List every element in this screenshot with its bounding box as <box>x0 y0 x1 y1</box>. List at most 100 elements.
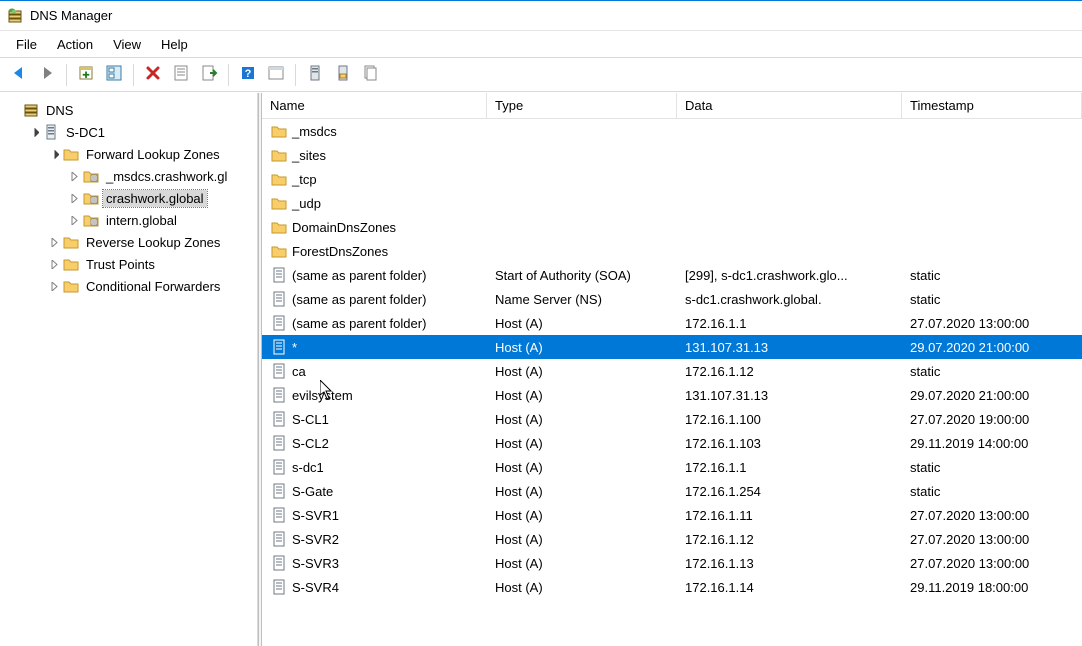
toolbar-separator <box>228 64 229 86</box>
cell-name: S-Gate <box>292 484 333 499</box>
column-header-timestamp[interactable]: Timestamp <box>902 93 1082 118</box>
chevron-right-icon[interactable] <box>66 168 82 184</box>
list-row[interactable]: _udp <box>262 191 1082 215</box>
tree-item[interactable]: _msdcs.crashwork.gl <box>0 165 257 187</box>
chevron-right-icon[interactable] <box>46 256 62 272</box>
tree-item[interactable]: Conditional Forwarders <box>0 275 257 297</box>
cell-timestamp: 29.11.2019 18:00:00 <box>902 580 1082 595</box>
list-row[interactable]: * Host (A) 131.107.31.13 29.07.2020 21:0… <box>262 335 1082 359</box>
column-header-data[interactable]: Data <box>677 93 902 118</box>
cell-type: Host (A) <box>487 460 677 475</box>
record-icon <box>270 435 288 451</box>
cell-type: Start of Authority (SOA) <box>487 268 677 283</box>
cell-timestamp: 29.07.2020 21:00:00 <box>902 388 1082 403</box>
cell-data: 172.16.1.11 <box>677 508 902 523</box>
menu-item-action[interactable]: Action <box>47 34 103 55</box>
toolbar-delete-button[interactable] <box>140 62 166 88</box>
chevron-down-icon[interactable] <box>46 146 62 162</box>
cell-timestamp: 27.07.2020 13:00:00 <box>902 532 1082 547</box>
cell-data: 172.16.1.1 <box>677 316 902 331</box>
chevron-right-icon[interactable] <box>66 212 82 228</box>
list-body: _msdcs _sites _tcp _udp DomainDnsZones <box>262 119 1082 599</box>
tree-item[interactable]: Forward Lookup Zones <box>0 143 257 165</box>
toolbar-back-button[interactable] <box>6 62 32 88</box>
tree-item[interactable]: Reverse Lookup Zones <box>0 231 257 253</box>
tree-item-label: DNS <box>43 102 76 119</box>
app-icon <box>6 7 24 25</box>
menu-item-file[interactable]: File <box>6 34 47 55</box>
list-row[interactable]: s-dc1 Host (A) 172.16.1.1 static <box>262 455 1082 479</box>
cell-type: Host (A) <box>487 316 677 331</box>
list-row[interactable]: _tcp <box>262 167 1082 191</box>
list-row[interactable]: S-SVR1 Host (A) 172.16.1.11 27.07.2020 1… <box>262 503 1082 527</box>
tree-item[interactable]: S-DC1 <box>0 121 257 143</box>
chevron-right-icon[interactable] <box>66 190 82 206</box>
cell-name: S-CL2 <box>292 436 329 451</box>
cell-data: 172.16.1.14 <box>677 580 902 595</box>
toolbar-help-button[interactable]: ? <box>235 62 261 88</box>
tree-pane[interactable]: DNS S-DC1 Forward Lookup Zones _msdcs.crash… <box>0 93 258 646</box>
toolbar-separator <box>66 64 67 86</box>
cell-type: Host (A) <box>487 412 677 427</box>
tree-item[interactable]: Trust Points <box>0 253 257 275</box>
toolbar-zone-button[interactable] <box>330 62 356 88</box>
tree-item-label: Reverse Lookup Zones <box>83 234 223 251</box>
toolbar-columns-button[interactable] <box>263 62 289 88</box>
cell-timestamp: 27.07.2020 13:00:00 <box>902 508 1082 523</box>
tree-item-label: Trust Points <box>83 256 158 273</box>
list-row[interactable]: S-CL1 Host (A) 172.16.1.100 27.07.2020 1… <box>262 407 1082 431</box>
list-row[interactable]: DomainDnsZones <box>262 215 1082 239</box>
cell-name: ForestDnsZones <box>292 244 388 259</box>
column-header-name[interactable]: Name <box>262 93 487 118</box>
list-row[interactable]: ForestDnsZones <box>262 239 1082 263</box>
tree-item[interactable]: crashwork.global <box>0 187 257 209</box>
toolbar-server-button[interactable] <box>302 62 328 88</box>
list-row[interactable]: S-SVR4 Host (A) 172.16.1.14 29.11.2019 1… <box>262 575 1082 599</box>
cell-data: 172.16.1.1 <box>677 460 902 475</box>
cell-data: 172.16.1.254 <box>677 484 902 499</box>
cell-timestamp: static <box>902 364 1082 379</box>
list-row[interactable]: S-Gate Host (A) 172.16.1.254 static <box>262 479 1082 503</box>
list-row[interactable]: S-SVR3 Host (A) 172.16.1.13 27.07.2020 1… <box>262 551 1082 575</box>
cell-type: Host (A) <box>487 556 677 571</box>
list-row[interactable]: S-CL2 Host (A) 172.16.1.103 29.11.2019 1… <box>262 431 1082 455</box>
list-pane[interactable]: Name Type Data Timestamp _msdcs _sites _… <box>262 93 1082 646</box>
cell-data: [299], s-dc1.crashwork.glo... <box>677 268 902 283</box>
menu-item-view[interactable]: View <box>103 34 151 55</box>
record-icon <box>270 387 288 403</box>
toolbar-properties-button[interactable] <box>168 62 194 88</box>
column-header-type[interactable]: Type <box>487 93 677 118</box>
zone-icon <box>82 189 100 207</box>
toolbar-export-button[interactable] <box>196 62 222 88</box>
list-row[interactable]: (same as parent folder) Name Server (NS)… <box>262 287 1082 311</box>
list-row[interactable]: _msdcs <box>262 119 1082 143</box>
list-row[interactable]: ca Host (A) 172.16.1.12 static <box>262 359 1082 383</box>
list-row[interactable]: (same as parent folder) Start of Authori… <box>262 263 1082 287</box>
cell-timestamp: 27.07.2020 19:00:00 <box>902 412 1082 427</box>
cell-name: _udp <box>292 196 321 211</box>
tree-item-label: Conditional Forwarders <box>83 278 223 295</box>
list-row[interactable]: S-SVR2 Host (A) 172.16.1.12 27.07.2020 1… <box>262 527 1082 551</box>
list-row[interactable]: (same as parent folder) Host (A) 172.16.… <box>262 311 1082 335</box>
list-row[interactable]: evilsystem Host (A) 131.107.31.13 29.07.… <box>262 383 1082 407</box>
menu-item-help[interactable]: Help <box>151 34 198 55</box>
help-icon: ? <box>239 64 257 85</box>
chevron-down-icon[interactable] <box>26 124 42 140</box>
export-icon <box>200 64 218 85</box>
chevron-right-icon[interactable] <box>46 278 62 294</box>
toolbar-new-container-button[interactable] <box>101 62 127 88</box>
cell-name: (same as parent folder) <box>292 292 426 307</box>
list-row[interactable]: _sites <box>262 143 1082 167</box>
tree-item-label: Forward Lookup Zones <box>83 146 223 163</box>
tree-item[interactable]: DNS <box>0 99 257 121</box>
folder-icon <box>270 219 288 235</box>
record-icon <box>270 291 288 307</box>
cell-type: Host (A) <box>487 364 677 379</box>
chevron-right-icon[interactable] <box>46 234 62 250</box>
delete-icon <box>144 64 162 85</box>
toolbar-records-button[interactable] <box>358 62 384 88</box>
toolbar: ✚? <box>0 58 1082 92</box>
toolbar-new-window-button[interactable]: ✚ <box>73 62 99 88</box>
toolbar-forward-button[interactable] <box>34 62 60 88</box>
tree-item[interactable]: intern.global <box>0 209 257 231</box>
